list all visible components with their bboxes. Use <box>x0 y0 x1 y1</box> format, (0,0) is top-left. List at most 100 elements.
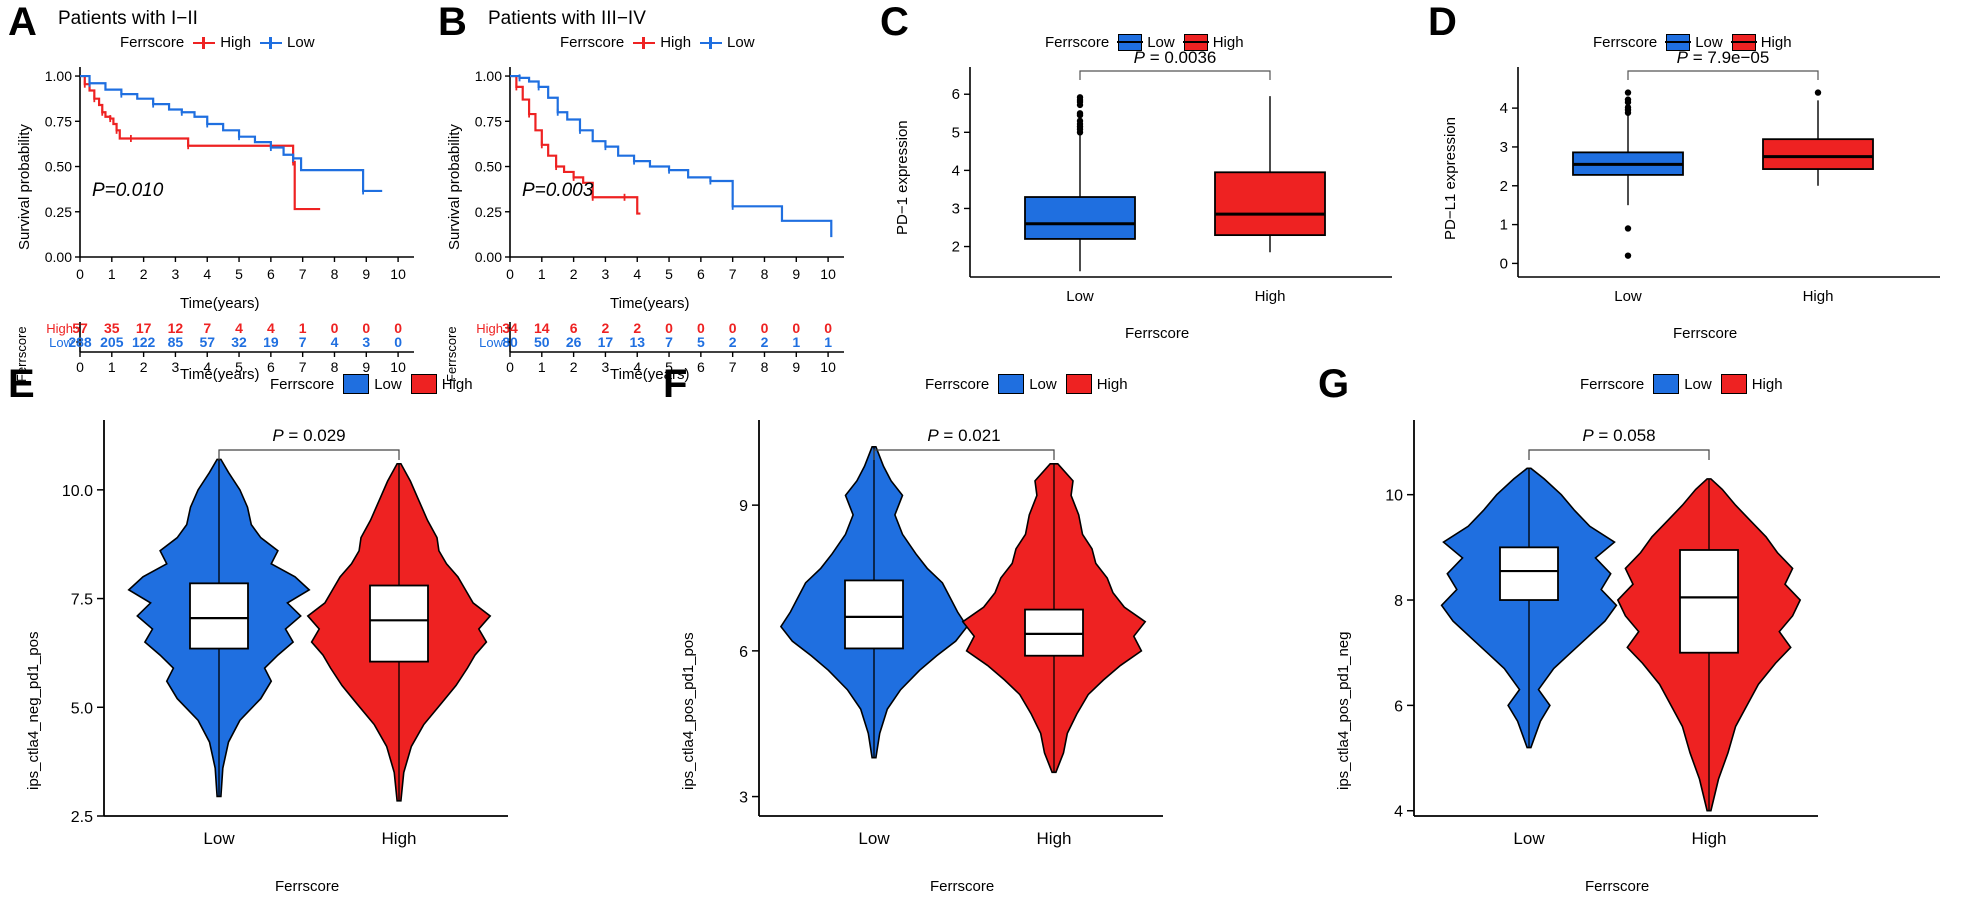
panel-f-plot: 3 6 9 Low High P = 0.021 <box>739 420 1163 848</box>
legend-title: Ferrscore <box>925 375 990 393</box>
km-curve-low <box>80 74 383 193</box>
legend-title: Ferrscore <box>1593 34 1658 51</box>
panel-a-plot: 0.00 0.25 0.50 0.75 1.00 0 1 2 3 4 5 6 7 8 9 10 <box>45 67 414 282</box>
legend-title: Ferrscore <box>1580 375 1645 393</box>
y-tick-label: 6 <box>952 86 960 103</box>
legend-item-low[interactable]: Low <box>700 34 755 51</box>
outlier-point <box>1624 252 1632 259</box>
violin-box <box>844 579 904 650</box>
x-tick-label: 8 <box>761 266 769 282</box>
y-tick-label: 0.00 <box>475 249 502 265</box>
panel-g-legend: Ferrscore Low High <box>1580 374 1783 394</box>
legend-label: High <box>1096 375 1128 393</box>
panel-g-plot: 4 6 8 10 Low High P = 0.058 <box>1385 420 1818 848</box>
y-tick-label: 4 <box>1394 804 1403 821</box>
panel-e-ylabel: ips_ctla4_neg_pd1_pos <box>25 631 42 790</box>
panel-c-xlabel: Ferrscore <box>1125 325 1190 342</box>
y-tick-label: 5.0 <box>71 700 93 717</box>
x-tick-label: High <box>382 829 417 848</box>
p-value-annotation: P = 7.9e−05 <box>1677 48 1770 67</box>
legend-item-high[interactable]: High <box>1720 374 1783 394</box>
legend-item-high[interactable]: High <box>633 34 691 51</box>
risk-count: 2 <box>761 334 769 350</box>
risk-row-label: High <box>476 321 503 336</box>
y-tick-label: 4 <box>1500 100 1508 117</box>
panel-b-letter: B <box>438 0 467 44</box>
legend-title: Ferrscore <box>270 375 335 393</box>
panel-d-ylabel: PD−L1 expression <box>1442 117 1459 240</box>
box-body <box>1214 171 1326 237</box>
x-tick-label: 2 <box>140 266 148 282</box>
line-marker-icon <box>193 36 216 49</box>
x-tick-label: 3 <box>602 266 610 282</box>
p-value-annotation: P = 0.0036 <box>1134 48 1217 67</box>
risk-count: 26 <box>566 334 582 350</box>
y-tick-label: 3 <box>739 790 748 807</box>
panel-g-letter: G <box>1318 362 1350 406</box>
outlier-point <box>1076 110 1084 117</box>
legend-item-low[interactable]: Low <box>260 34 315 51</box>
legend-title: Ferrscore <box>560 34 625 51</box>
panel-f-legend: Ferrscore Low High <box>925 374 1128 394</box>
panel-a-letter: A <box>8 0 37 44</box>
x-tick-label: Low <box>858 829 890 848</box>
legend-item-high[interactable]: High <box>193 34 251 51</box>
y-tick-label: 10.0 <box>62 483 93 500</box>
x-tick-label: 6 <box>697 266 705 282</box>
x-tick-label: 10 <box>820 266 836 282</box>
panel-b-plot: 0.00 0.25 0.50 0.75 1.00 0 1 2 3 4 5 6 7 8 9 10 <box>475 67 844 282</box>
square-marker-icon <box>998 374 1025 394</box>
y-tick-label: 0 <box>1500 255 1508 272</box>
panel-a-pvalue: P=0.010 <box>92 180 164 201</box>
risk-count: 50 <box>534 334 550 350</box>
risk-count: 2 <box>729 334 737 350</box>
risk-count: 288 <box>68 334 92 350</box>
p-value-annotation: P = 0.021 <box>927 426 1000 445</box>
panel-b: B Patients with III−IV Ferrscore High Lo… <box>430 0 870 350</box>
legend-label: High <box>441 375 473 393</box>
square-marker-icon <box>410 374 437 394</box>
legend-label: High <box>1751 375 1783 393</box>
panel-e-letter: E <box>8 362 35 406</box>
legend-item-low[interactable]: Low <box>998 374 1057 394</box>
x-tick-label: High <box>1692 829 1727 848</box>
violin-box <box>1679 549 1739 654</box>
legend-label: Low <box>1029 375 1057 393</box>
legend-label: High <box>220 34 252 51</box>
y-tick-label: 5 <box>952 124 960 141</box>
legend-item-high[interactable]: High <box>1065 374 1128 394</box>
outlier-point <box>1076 117 1084 125</box>
risk-count: 19 <box>263 334 279 350</box>
panel-g-ylabel: ips_ctla4_pos_pd1_neg <box>1335 631 1352 790</box>
x-tick-label: 1 <box>108 266 116 282</box>
x-tick-label: 1 <box>538 266 546 282</box>
x-tick-label: 4 <box>633 266 641 282</box>
legend-label: High <box>1212 34 1244 51</box>
panel-a-xlabel: Time(years) <box>180 295 260 312</box>
y-tick-label: 0.25 <box>45 204 72 220</box>
legend-label: Low <box>374 375 402 393</box>
x-tick-label: Low <box>1513 829 1545 848</box>
risk-count: 1 <box>824 334 832 350</box>
legend-item-low[interactable]: Low <box>343 374 402 394</box>
risk-row-label: Low <box>479 335 503 350</box>
y-tick-label: 4 <box>952 162 960 179</box>
panel-f-ylabel: ips_ctla4_pos_pd1_pos <box>680 632 697 790</box>
x-tick-label: 2 <box>570 266 578 282</box>
x-tick-label: High <box>1803 288 1834 305</box>
outlier-point <box>1624 225 1632 232</box>
y-tick-label: 1 <box>1500 217 1508 234</box>
legend-label: High <box>660 34 692 51</box>
x-tick-label: 9 <box>792 266 800 282</box>
y-tick-label: 0.50 <box>475 159 502 175</box>
significance-bracket <box>1528 449 1710 460</box>
panel-g-xlabel: Ferrscore <box>1585 878 1650 895</box>
legend-item-high[interactable]: High <box>410 374 473 394</box>
legend-item-low[interactable]: Low <box>1653 374 1712 394</box>
risk-count: 3 <box>362 334 370 350</box>
y-tick-label: 2 <box>952 239 960 256</box>
legend-label: Low <box>727 34 755 51</box>
risk-count: 0 <box>394 334 402 350</box>
x-tick-label: 7 <box>729 266 737 282</box>
outlier-point <box>1076 94 1084 101</box>
